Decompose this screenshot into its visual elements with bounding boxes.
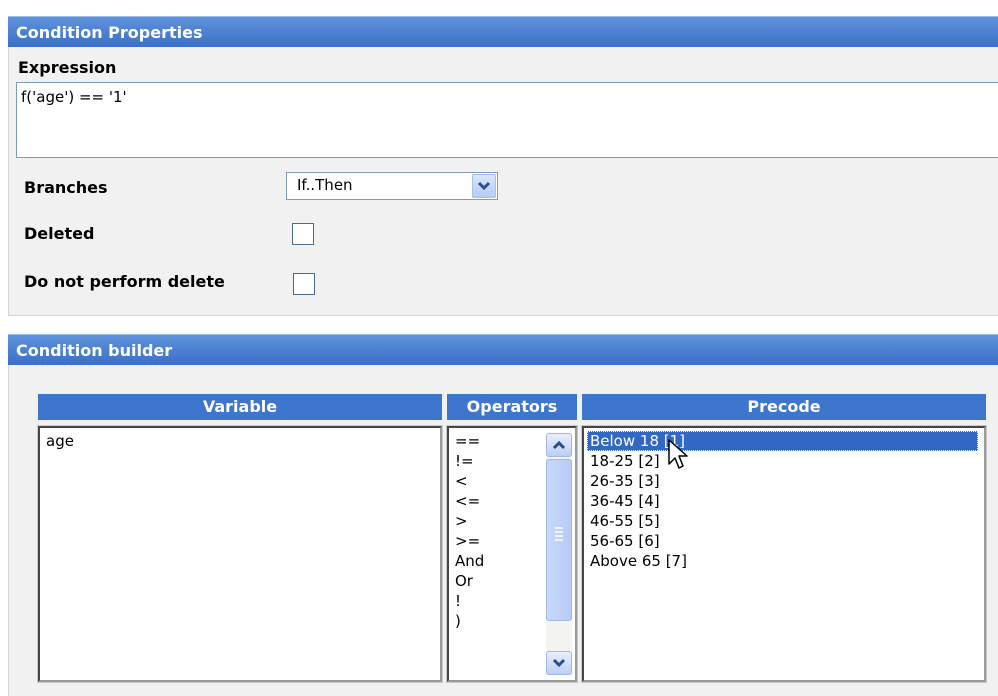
list-item[interactable]: 26-35 [3] <box>587 471 978 491</box>
precode-header-label: Precode <box>747 397 821 416</box>
operators-column-header: Operators <box>447 394 577 420</box>
condition-builder-header: Condition builder <box>8 334 998 365</box>
variable-list: age <box>43 431 437 451</box>
chevron-down-icon[interactable] <box>472 174 496 198</box>
grip-icon <box>555 527 563 541</box>
condition-builder-title: Condition builder <box>16 341 173 360</box>
list-item[interactable]: 46-55 [5] <box>587 511 978 531</box>
list-item[interactable]: age <box>43 431 437 451</box>
list-item[interactable]: Above 65 [7] <box>587 551 978 571</box>
deleted-checkbox[interactable] <box>292 223 314 245</box>
condition-properties-header: Condition Properties <box>8 16 998 47</box>
list-item[interactable]: 18-25 [2] <box>587 451 978 471</box>
list-item[interactable]: 36-45 [4] <box>587 491 978 511</box>
list-item[interactable]: Below 18 [1] <box>587 431 978 451</box>
chevron-up-icon[interactable] <box>546 433 572 457</box>
condition-properties-title: Condition Properties <box>16 23 203 42</box>
mouse-pointer-icon <box>667 438 691 476</box>
precode-column-header: Precode <box>582 394 986 420</box>
list-item[interactable]: <= <box>452 491 543 511</box>
operators-scroll-thumb[interactable] <box>546 459 572 621</box>
expression-text[interactable]: f('age') == '1' <box>21 88 127 106</box>
variable-column-header: Variable <box>38 394 442 420</box>
list-item[interactable]: 56-65 [6] <box>587 531 978 551</box>
chevron-down-icon[interactable] <box>546 651 572 675</box>
deleted-label: Deleted <box>24 224 95 243</box>
list-item[interactable]: < <box>452 471 543 491</box>
list-item[interactable]: ! <box>452 591 543 611</box>
expression-textarea[interactable]: f('age') == '1' <box>16 82 998 158</box>
variable-listbox[interactable]: age <box>37 425 443 683</box>
no-delete-label: Do not perform delete <box>24 272 225 291</box>
expression-label: Expression <box>18 58 117 77</box>
list-item[interactable]: > <box>452 511 543 531</box>
branches-select[interactable]: If..Then <box>286 172 498 200</box>
operator-list: == != < <= > >= And Or!) <box>452 431 543 631</box>
list-item[interactable]: ) <box>452 611 543 631</box>
list-item[interactable]: >= <box>452 531 543 551</box>
operators-scrollbar[interactable] <box>546 433 572 675</box>
no-delete-checkbox[interactable] <box>293 273 315 295</box>
list-item[interactable]: != <box>452 451 543 471</box>
operators-listbox[interactable]: == != < <= > >= And Or!) <box>446 425 578 683</box>
precode-listbox[interactable]: Below 18 [1] 18-25 [2] 26-35 [3] 36-45 [4] 4… <box>581 425 987 683</box>
variable-header-label: Variable <box>202 397 278 416</box>
list-item[interactable]: Or <box>452 571 543 591</box>
list-item[interactable]: And <box>452 551 543 571</box>
operators-header-label: Operators <box>466 397 558 416</box>
precode-list: Below 18 [1] 18-25 [2] 26-35 [3] 36-45 [4] 4… <box>587 431 978 571</box>
branches-label: Branches <box>24 178 108 197</box>
branches-select-value[interactable]: If..Then <box>297 176 353 194</box>
list-item[interactable]: == <box>452 431 543 451</box>
